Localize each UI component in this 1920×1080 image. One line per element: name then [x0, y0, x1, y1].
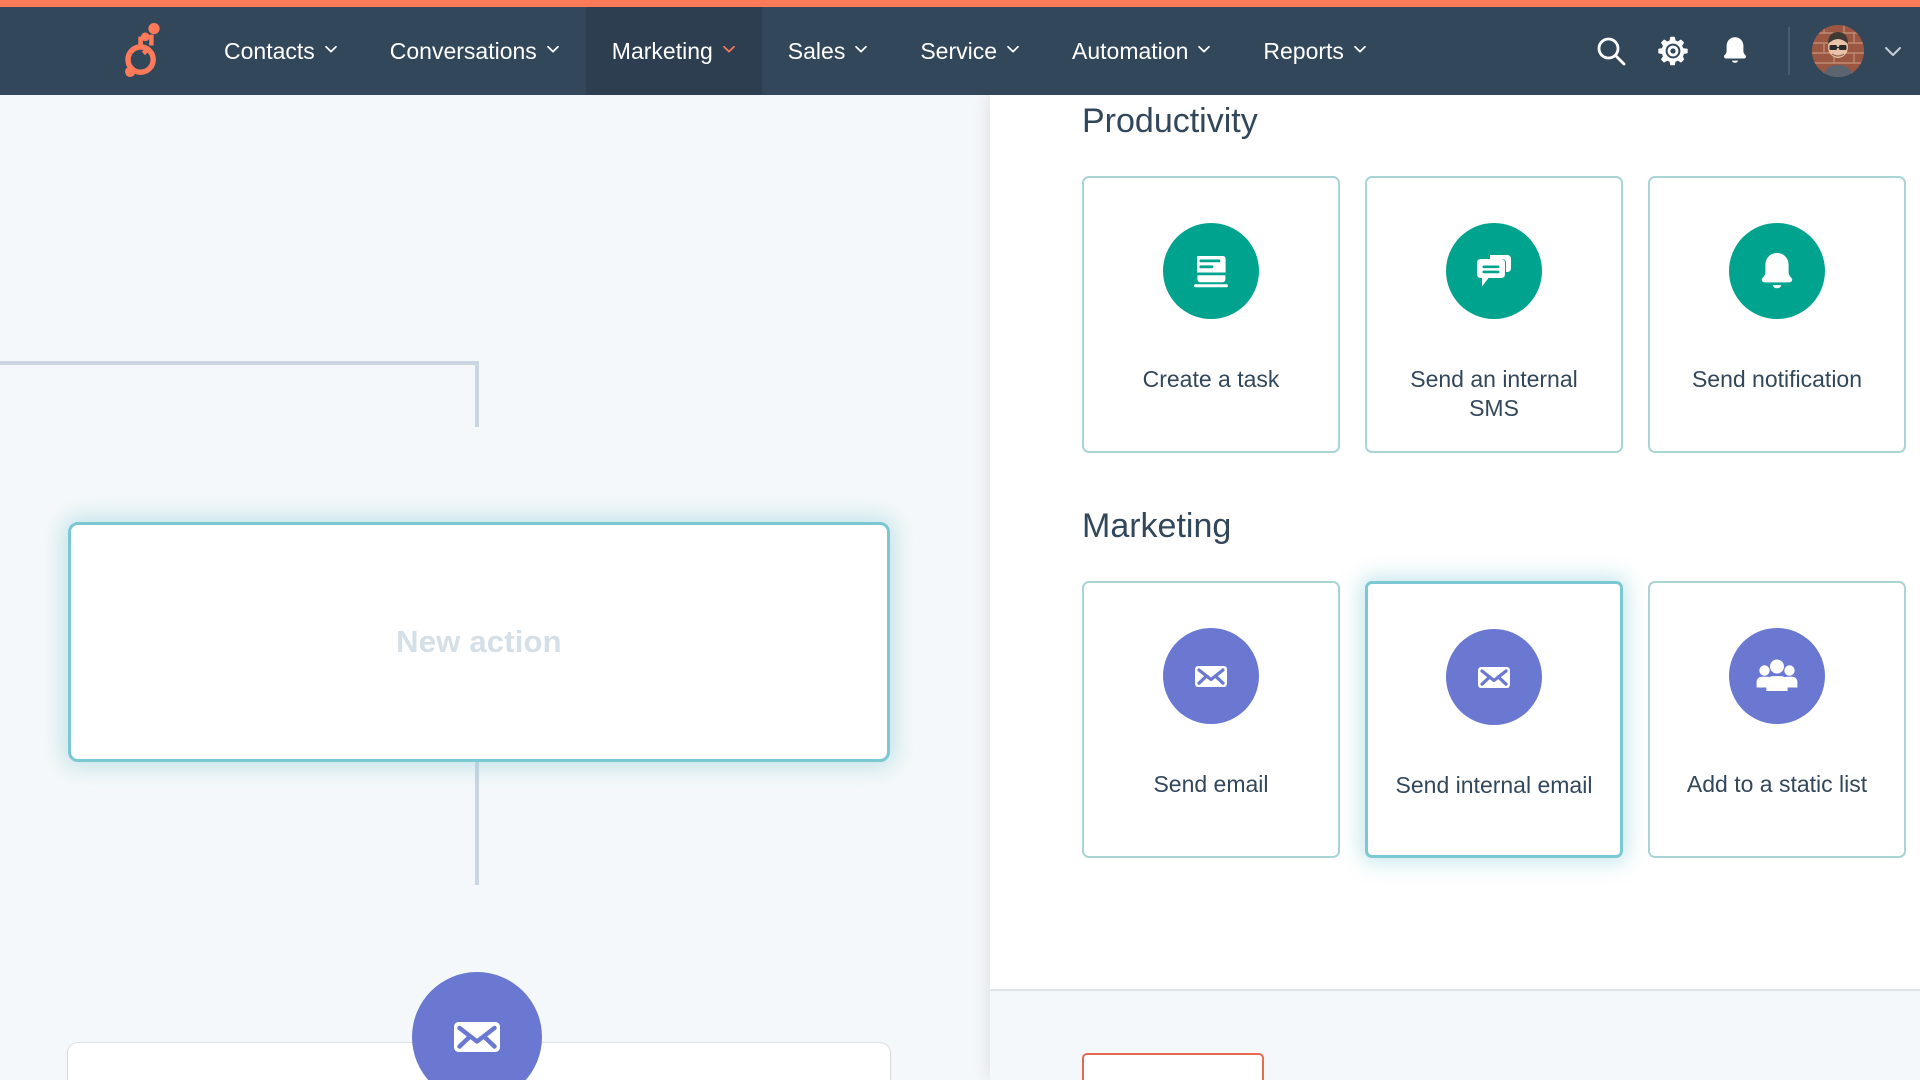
- user-avatar[interactable]: [1812, 25, 1864, 77]
- avatar-image: [1812, 25, 1864, 77]
- hubspot-sprocket-icon: [125, 23, 160, 77]
- nav-item-label: Sales: [787, 37, 846, 64]
- account-menu-chevron[interactable]: [1882, 40, 1904, 62]
- action-picker-panel: Productivity Create a task Send an inter…: [990, 95, 1920, 1080]
- chevron-down-icon: [324, 42, 338, 56]
- chevron-down-icon: [1006, 42, 1020, 56]
- action-card-send-email[interactable]: Send email: [1082, 581, 1340, 858]
- task-note-icon: [1163, 223, 1259, 319]
- action-card-add-to-a-static-list[interactable]: Add to a static list: [1648, 581, 1906, 858]
- section-title-productivity: Productivity: [1082, 102, 1258, 140]
- accent-stripe: [0, 0, 1920, 7]
- hubspot-logo[interactable]: [110, 22, 176, 80]
- chevron-down-icon: [854, 42, 868, 56]
- nav-item-service[interactable]: Service: [894, 7, 1046, 95]
- chevron-down-icon: [1197, 42, 1211, 56]
- nav-item-label: Automation: [1072, 37, 1189, 64]
- navbar-right-controls: [1580, 7, 1920, 95]
- action-card-row-productivity: Create a task Send an internal SMS Send …: [1082, 176, 1920, 453]
- navigation-menu: Contacts Conversations Marketing Sales S…: [198, 7, 1393, 95]
- action-card-label: Send notification: [1691, 366, 1863, 392]
- navbar-inner: Contacts Conversations Marketing Sales S…: [0, 7, 1920, 95]
- action-card-send-an-internal-sms[interactable]: Send an internal SMS: [1365, 176, 1623, 453]
- action-card-label: Send internal email: [1395, 772, 1593, 798]
- chevron-down-icon: [546, 42, 560, 56]
- chevron-down-icon: [1353, 42, 1367, 56]
- action-card-label: Add to a static list: [1686, 771, 1868, 797]
- top-navigation-bar: Contacts Conversations Marketing Sales S…: [0, 0, 1920, 95]
- action-list-scroll-area[interactable]: Productivity Create a task Send an inter…: [990, 95, 1920, 989]
- settings-button[interactable]: [1642, 20, 1704, 82]
- envelope-icon: [1446, 629, 1542, 725]
- nav-item-reports[interactable]: Reports: [1237, 7, 1393, 95]
- envelope-icon: [1163, 628, 1259, 724]
- nav-item-contacts[interactable]: Contacts: [198, 7, 364, 95]
- notifications-button[interactable]: [1704, 20, 1766, 82]
- nav-item-marketing[interactable]: Marketing: [585, 7, 762, 95]
- action-card-label: Create a task: [1142, 366, 1280, 392]
- envelope-icon: [454, 1022, 500, 1052]
- nav-item-conversations[interactable]: Conversations: [364, 7, 586, 95]
- people-group-icon: [1729, 628, 1825, 724]
- action-card-create-a-task[interactable]: Create a task: [1082, 176, 1340, 453]
- footer-primary-button[interactable]: [1082, 1053, 1264, 1080]
- action-card-send-notification[interactable]: Send notification: [1648, 176, 1906, 453]
- action-card-label: Send an internal SMS: [1410, 366, 1578, 421]
- section-title-marketing: Marketing: [1082, 507, 1232, 545]
- chat-bubble-icon: [1446, 223, 1542, 319]
- action-card-send-internal-email[interactable]: Send internal email: [1365, 581, 1623, 858]
- workflow-canvas[interactable]: New action Send email [*] Free Consultat…: [0, 95, 990, 1080]
- chevron-down-icon: [1885, 47, 1901, 56]
- bell-icon: [1729, 223, 1825, 319]
- bell-icon: [1724, 37, 1746, 63]
- nav-item-label: Contacts: [224, 37, 315, 64]
- action-card-row-marketing: Send email Send internal email Add to a …: [1082, 581, 1920, 858]
- nav-item-automation[interactable]: Automation: [1046, 7, 1237, 95]
- search-button[interactable]: [1580, 20, 1642, 82]
- panel-footer: [990, 989, 1920, 1080]
- nav-item-label: Service: [920, 37, 998, 64]
- gear-icon: [1658, 36, 1688, 66]
- new-action-label: New action: [396, 624, 562, 659]
- search-icon: [1597, 37, 1626, 66]
- new-action-placeholder-card[interactable]: New action: [68, 522, 890, 762]
- action-card-label: Send email: [1153, 771, 1269, 797]
- chevron-down-icon: [722, 42, 736, 56]
- nav-item-label: Reports: [1263, 37, 1344, 64]
- nav-item-label: Conversations: [389, 37, 537, 64]
- nav-item-sales[interactable]: Sales: [762, 7, 895, 95]
- nav-item-label: Marketing: [611, 37, 713, 64]
- navbar-divider: [1788, 27, 1790, 75]
